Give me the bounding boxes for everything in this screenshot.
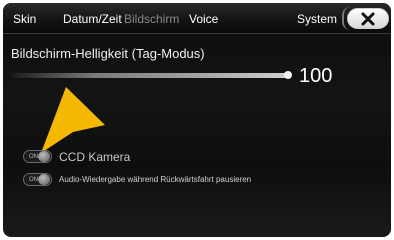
- brightness-slider-handle[interactable]: [284, 71, 292, 79]
- toggle-on-text: ON: [29, 154, 38, 160]
- ccd-camera-toggle[interactable]: ON: [23, 150, 52, 163]
- settings-screen: Skin Datum/Zeit Bildschirm Voice System …: [3, 3, 391, 237]
- ccd-camera-label: CCD Kamera: [59, 150, 131, 164]
- tab-skin[interactable]: Skin: [13, 12, 36, 26]
- tab-bar: Skin Datum/Zeit Bildschirm Voice System: [3, 3, 391, 34]
- tab-system[interactable]: System: [297, 12, 337, 26]
- pointer-arrow-icon: [41, 87, 105, 153]
- tab-voice[interactable]: Voice: [189, 12, 218, 26]
- close-button-bracket: [342, 7, 354, 30]
- toggle-knob: [38, 151, 50, 162]
- tab-bildschirm[interactable]: Bildschirm: [124, 12, 179, 26]
- brightness-slider[interactable]: [11, 73, 288, 78]
- close-button[interactable]: [342, 7, 389, 30]
- audio-pause-toggle[interactable]: ON: [23, 173, 52, 186]
- toggle-knob: [38, 174, 50, 185]
- audio-pause-row: ON Audio-Wiedergabe während Rückwärtsfah…: [23, 173, 343, 187]
- toggle-on-text: ON: [29, 177, 38, 183]
- brightness-title: Bildschirm-Helligkeit (Tag-Modus): [11, 46, 205, 61]
- brightness-value: 100: [299, 65, 333, 87]
- close-icon: [361, 12, 375, 26]
- audio-pause-label: Audio-Wiedergabe während Rückwärtsfahrt …: [59, 175, 252, 184]
- ccd-camera-row: ON CCD Kamera: [23, 150, 323, 164]
- tab-datum-zeit[interactable]: Datum/Zeit: [63, 12, 122, 26]
